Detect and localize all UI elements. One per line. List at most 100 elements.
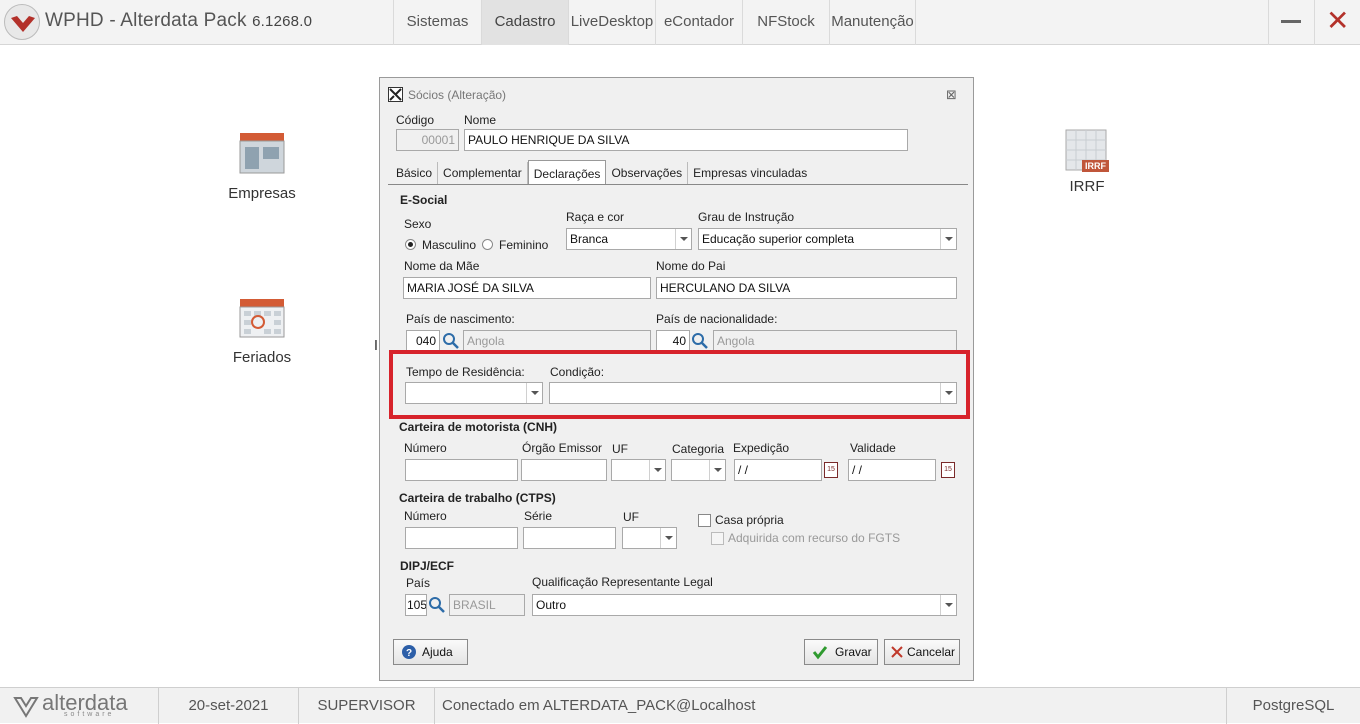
search-icon[interactable] — [427, 595, 447, 615]
pais-nac-code-field[interactable]: 40 — [656, 330, 690, 352]
cnh-validade-field[interactable]: / / — [848, 459, 936, 481]
pai-label: Nome do Pai — [656, 259, 726, 273]
close-button[interactable]: ✕ — [1314, 0, 1359, 45]
raca-label: Raça e cor — [566, 210, 625, 224]
fgts-checkbox[interactable] — [711, 532, 724, 545]
app-version: 6.1268.0 — [252, 13, 313, 30]
dialog-close-icon[interactable]: ⊠ — [946, 87, 957, 103]
menu-cadastro[interactable]: Cadastro — [481, 0, 568, 45]
dipj-pais-code-field[interactable]: 105 — [405, 594, 427, 616]
svg-text:?: ? — [406, 648, 412, 659]
pais-nac-label: País de nacionalidade: — [656, 312, 778, 326]
cnh-categoria-label: Categoria — [672, 442, 725, 456]
minimize-icon — [1281, 20, 1301, 23]
dipj-pais-label: País — [406, 576, 431, 590]
cnh-uf-label: UF — [612, 442, 628, 456]
nome-label: Nome — [464, 113, 497, 127]
cnh-orgao-field[interactable] — [521, 459, 607, 481]
ctps-uf-label: UF — [623, 510, 639, 524]
pais-nasc-name-field: Angola — [463, 330, 651, 352]
menu-econtador[interactable]: eContador — [655, 0, 742, 45]
cnh-categoria-select[interactable] — [671, 459, 726, 481]
casa-propria-checkbox[interactable] — [698, 514, 711, 527]
qualif-select[interactable]: Outro — [532, 594, 957, 616]
grau-select[interactable]: Educação superior completa — [698, 228, 957, 250]
app-title: WPHD - Alterdata Pack 6.1268.0 — [45, 10, 312, 32]
casa-propria-label: Casa própria — [715, 513, 784, 527]
menu-manutencao[interactable]: Manutenção — [829, 0, 916, 45]
radio-masculino[interactable] — [405, 239, 416, 250]
title-bar: WPHD - Alterdata Pack 6.1268.0 Sistemas … — [0, 0, 1360, 45]
chevron-down-icon — [649, 460, 665, 480]
pais-nasc-code-field[interactable]: 040 — [406, 330, 440, 352]
tab-declaracoes[interactable]: Declarações — [527, 160, 607, 184]
calendar-icon[interactable]: 15 — [941, 462, 955, 478]
tab-observacoes[interactable]: Observações — [606, 162, 689, 184]
radio-feminino-label: Feminino — [499, 238, 549, 252]
cnh-expedicao-label: Expedição — [733, 441, 790, 455]
minimize-button[interactable] — [1268, 0, 1313, 45]
esocial-section-title: E-Social — [400, 193, 448, 207]
ctps-serie-label: Série — [524, 509, 553, 523]
dipj-section-title: DIPJ/ECF — [400, 559, 455, 573]
checkmark-icon — [812, 646, 828, 660]
desktop-icon-irrf[interactable]: IRRF IRRF — [1047, 128, 1127, 195]
raca-select[interactable]: Branca — [566, 228, 692, 250]
chevron-down-icon — [940, 595, 956, 615]
codigo-field[interactable]: 00001 — [396, 129, 459, 151]
search-icon[interactable] — [690, 331, 710, 351]
cnh-section-title: Carteira de motorista (CNH) — [399, 420, 558, 434]
cancelar-button[interactable]: Cancelar — [884, 639, 960, 665]
cnh-expedicao-field[interactable]: / / — [734, 459, 822, 481]
menu-nfstock[interactable]: NFStock — [742, 0, 829, 45]
nome-field[interactable]: PAULO HENRIQUE DA SILVA — [464, 129, 908, 151]
gravar-button[interactable]: Gravar — [804, 639, 878, 665]
mae-field[interactable]: MARIA JOSÉ DA SILVA — [403, 277, 651, 299]
tab-empresas-vinculadas[interactable]: Empresas vinculadas — [688, 162, 812, 184]
desktop-icon-feriados[interactable]: Feriados — [222, 297, 302, 366]
ajuda-label: Ajuda — [422, 645, 453, 659]
cnh-validade-label: Validade — [850, 441, 896, 455]
codigo-label: Código — [396, 113, 435, 127]
dipj-pais-name-field: BRASIL — [449, 594, 525, 616]
highlight-box — [389, 350, 970, 419]
alterdata-logo-icon — [13, 697, 39, 718]
pai-field[interactable]: HERCULANO DA SILVA — [656, 277, 957, 299]
chevron-down-icon — [940, 229, 956, 249]
desktop-icon-empresas[interactable]: Empresas — [222, 131, 302, 202]
menu-sistemas[interactable]: Sistemas — [393, 0, 481, 45]
fgts-label: Adquirida com recurso do FGTS — [728, 531, 901, 545]
ajuda-button[interactable]: ? Ajuda — [393, 639, 468, 665]
calendar-icon[interactable]: 15 — [824, 462, 838, 478]
ctps-numero-label: Número — [404, 509, 447, 523]
grau-label: Grau de Instrução — [698, 210, 795, 224]
help-icon: ? — [402, 645, 416, 659]
irrf-icon: IRRF — [1064, 128, 1110, 174]
dialog-app-icon — [388, 87, 403, 102]
chevron-down-icon — [709, 460, 725, 480]
radio-feminino[interactable] — [482, 239, 493, 250]
status-database: PostgreSQL — [1226, 688, 1360, 724]
desktop-icon-label: Feriados — [232, 349, 292, 366]
cnh-uf-select[interactable] — [611, 459, 666, 481]
tab-complementar[interactable]: Complementar — [438, 162, 528, 184]
tab-basico[interactable]: Básico — [391, 162, 439, 184]
search-icon[interactable] — [441, 331, 461, 351]
calendar-icon — [239, 299, 285, 338]
mae-label: Nome da Mãe — [404, 259, 480, 273]
grau-value: Educação superior completa — [702, 232, 855, 246]
building-icon — [239, 133, 285, 174]
dialog-title: Sócios (Alteração) — [408, 88, 507, 102]
ctps-numero-field[interactable] — [405, 527, 518, 549]
status-user: SUPERVISOR — [298, 688, 434, 724]
cnh-numero-label: Número — [404, 441, 447, 455]
desktop-icon-label: Empresas — [228, 185, 296, 202]
cnh-numero-field[interactable] — [405, 459, 518, 481]
ctps-uf-select[interactable] — [622, 527, 677, 549]
tab-strip: Básico Complementar Declarações Observaç… — [391, 160, 812, 184]
desktop-icon-label: IRRF — [1069, 178, 1105, 195]
gravar-label: Gravar — [835, 645, 872, 659]
ctps-serie-field[interactable] — [523, 527, 616, 549]
menu-livedesktop[interactable]: LiveDesktop — [568, 0, 655, 45]
cancelar-label: Cancelar — [907, 645, 956, 659]
